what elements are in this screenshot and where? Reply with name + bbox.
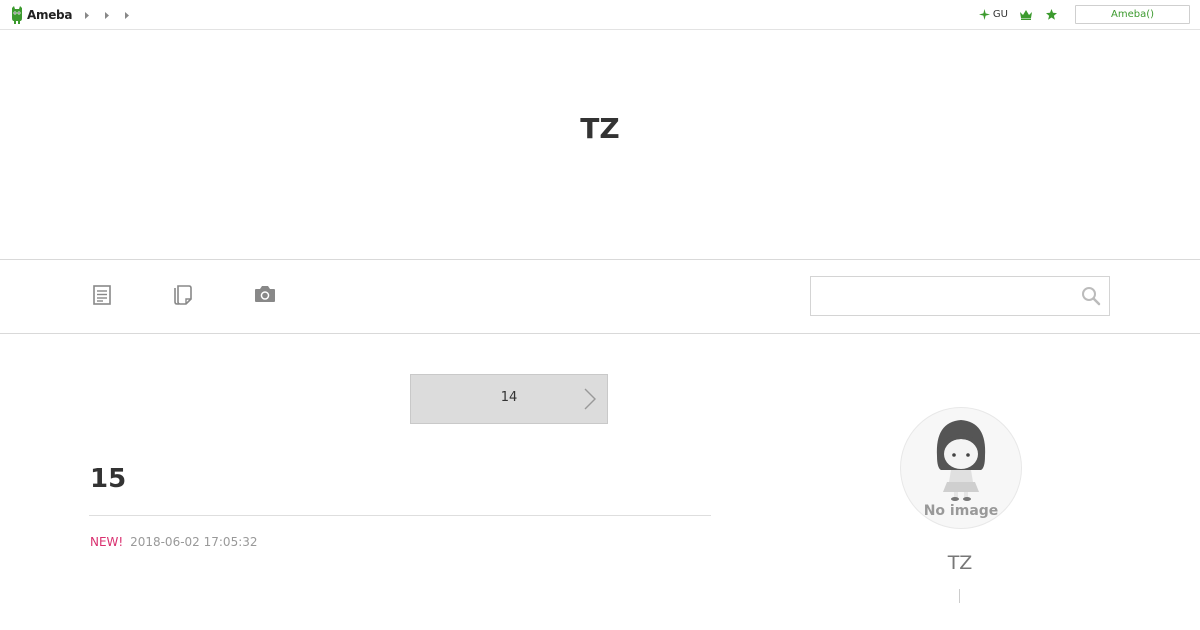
search-icon — [1082, 287, 1101, 306]
nav-entries[interactable] — [93, 285, 111, 309]
blog-title[interactable]: TZ — [0, 112, 1200, 145]
new-badge: NEW! — [90, 535, 124, 549]
caret-right-icon — [125, 12, 129, 19]
no-image-avatar-icon: No image — [924, 420, 999, 519]
sparkle-icon — [978, 9, 990, 20]
header-menu — [84, 9, 144, 21]
pager-label: 14 — [500, 390, 518, 405]
nav-photos[interactable] — [254, 285, 276, 307]
header-menu-item-3[interactable] — [124, 9, 144, 21]
caret-right-icon — [85, 12, 89, 19]
blog-search — [810, 276, 1110, 316]
chevron-right-icon — [584, 388, 596, 414]
nav-archive[interactable] — [174, 285, 193, 309]
blog-nav — [0, 259, 1200, 334]
ameba-logo[interactable]: Ameba — [9, 5, 72, 25]
profile-avatar[interactable]: No image — [900, 407, 1022, 529]
avatar-caption: No image — [924, 503, 999, 519]
gu-label: GU — [992, 9, 1008, 20]
header-actions: GU Ameba() — [978, 5, 1190, 24]
crown-icon — [1020, 9, 1032, 20]
profile-divider — [959, 589, 960, 603]
ameba-login-button[interactable]: Ameba() — [1075, 5, 1190, 24]
header-menu-item-1[interactable] — [84, 9, 104, 21]
global-header: Ameba GU Ameba() — [0, 0, 1200, 30]
entry-divider — [89, 515, 711, 516]
logo-text: Ameba — [27, 8, 73, 22]
ameba-mascot-icon — [12, 6, 22, 24]
copy-icon — [174, 285, 192, 305]
star-icon — [1046, 9, 1057, 20]
entry-date: 2018-06-02 17:05:32 — [130, 535, 258, 549]
favorites-link[interactable] — [1046, 9, 1057, 20]
next-page-button[interactable]: 14 — [410, 374, 608, 424]
header-menu-item-2[interactable] — [104, 9, 124, 21]
document-icon — [93, 285, 111, 305]
ranking-link[interactable] — [1020, 9, 1032, 20]
search-input[interactable] — [817, 281, 1071, 311]
gu-link[interactable]: GU — [978, 9, 1008, 20]
caret-right-icon — [105, 12, 109, 19]
entry-title[interactable]: 15 — [90, 464, 126, 494]
search-button[interactable] — [1081, 286, 1101, 310]
profile-name[interactable]: TZ — [860, 552, 1060, 574]
camera-icon — [255, 286, 275, 302]
entry-meta: NEW! 2018-06-02 17:05:32 — [90, 535, 258, 549]
